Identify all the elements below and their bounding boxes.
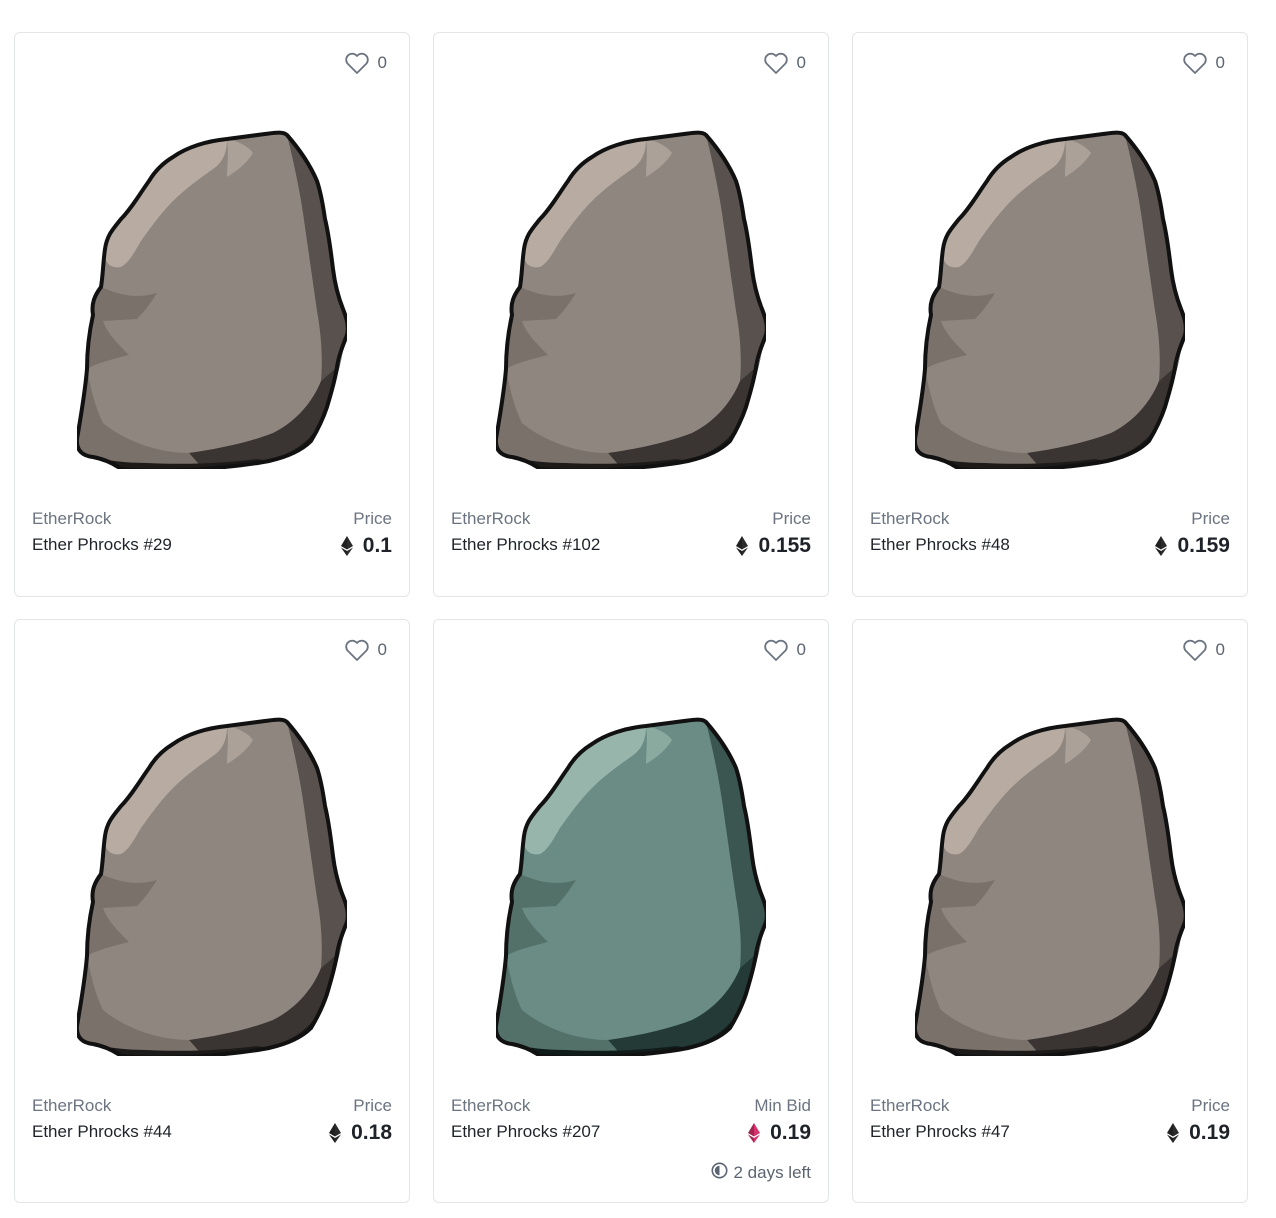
- like-count: 0: [796, 53, 806, 72]
- ethereum-icon: [1155, 536, 1168, 556]
- price-label: Price: [1191, 509, 1230, 528]
- rock-icon: [915, 130, 1185, 469]
- item-name[interactable]: Ether Phrocks #29: [32, 535, 172, 555]
- like-count: 0: [377, 53, 387, 72]
- nft-card[interactable]: 0 EtherRock Ether Phrocks #48 Price 0.15…: [852, 32, 1248, 597]
- price-value: 0.1: [340, 534, 392, 557]
- rock-icon: [77, 717, 347, 1056]
- collection-name[interactable]: EtherRock: [870, 1096, 1010, 1116]
- price-amount: 0.1: [362, 534, 392, 557]
- rock-icon: [915, 717, 1185, 1056]
- ethereum-icon: [736, 536, 749, 556]
- heart-icon: [763, 51, 789, 75]
- item-name[interactable]: Ether Phrocks #102: [451, 535, 600, 555]
- heart-icon: [763, 638, 789, 662]
- price-amount: 0.155: [758, 534, 811, 557]
- like-count: 0: [1215, 53, 1225, 72]
- price-amount: 0.19: [1189, 1121, 1230, 1144]
- time-left-text: 2 days left: [733, 1163, 812, 1182]
- price-label: Price: [353, 509, 392, 528]
- price-value: 0.155: [736, 535, 811, 557]
- card-info: EtherRock Ether Phrocks #102 Price 0.155: [451, 509, 811, 557]
- price-value: 0.159: [1155, 535, 1230, 557]
- price-label: Price: [1191, 1096, 1230, 1115]
- collection-name[interactable]: EtherRock: [32, 1096, 172, 1116]
- rock-image[interactable]: [915, 123, 1185, 469]
- heart-icon: [1182, 638, 1208, 662]
- collection-name[interactable]: EtherRock: [451, 1096, 600, 1116]
- clock-icon: [711, 1162, 728, 1184]
- like-button[interactable]: 0: [763, 51, 806, 75]
- collection-name[interactable]: EtherRock: [451, 509, 600, 529]
- like-button[interactable]: 0: [1182, 638, 1225, 662]
- price-value: 0.18: [329, 1122, 392, 1144]
- like-button[interactable]: 0: [344, 638, 387, 662]
- rock-image[interactable]: [496, 710, 766, 1056]
- like-count: 0: [1215, 640, 1225, 659]
- nft-card[interactable]: 0 EtherRock Ether Phrocks #47 Price 0.19: [852, 619, 1248, 1203]
- rock-image[interactable]: [915, 710, 1185, 1056]
- like-count: 0: [796, 640, 806, 659]
- ethereum-icon: [329, 1123, 342, 1143]
- item-name[interactable]: Ether Phrocks #47: [870, 1122, 1010, 1142]
- heart-icon: [1182, 51, 1208, 75]
- like-count: 0: [377, 640, 387, 659]
- nft-card[interactable]: 0 EtherRock Ether Phrocks #102 Price 0.1…: [433, 32, 829, 597]
- rock-icon: [496, 130, 766, 469]
- rock-image[interactable]: [496, 123, 766, 469]
- nft-card[interactable]: 0 EtherRock Ether Phrocks #44 Price 0.18: [14, 619, 410, 1203]
- price-amount: 0.19: [770, 1121, 811, 1144]
- item-name[interactable]: Ether Phrocks #207: [451, 1122, 600, 1142]
- collection-name[interactable]: EtherRock: [870, 509, 1010, 529]
- rock-image[interactable]: [77, 710, 347, 1056]
- nft-card[interactable]: 0 EtherRock Ether Phrocks #207 Min Bid 0…: [433, 619, 829, 1203]
- like-button[interactable]: 0: [1182, 51, 1225, 75]
- like-button[interactable]: 0: [763, 638, 806, 662]
- card-info: EtherRock Ether Phrocks #47 Price 0.19: [870, 1096, 1230, 1144]
- ethereum-icon: [340, 536, 353, 556]
- nft-grid: 0 EtherRock Ether Phrocks #29 Price 0.1: [14, 32, 1248, 1203]
- price-label: Price: [772, 509, 811, 528]
- auction-time-left: 2 days left: [711, 1162, 812, 1184]
- rock-image[interactable]: [77, 123, 347, 469]
- price-amount: 0.18: [351, 1121, 392, 1144]
- heart-icon: [344, 51, 370, 75]
- card-info: EtherRock Ether Phrocks #48 Price 0.159: [870, 509, 1230, 557]
- nft-card[interactable]: 0 EtherRock Ether Phrocks #29 Price 0.1: [14, 32, 410, 597]
- min-bid-label: Min Bid: [754, 1096, 811, 1115]
- price-label: Price: [353, 1096, 392, 1115]
- item-name[interactable]: Ether Phrocks #48: [870, 535, 1010, 555]
- card-info: EtherRock Ether Phrocks #44 Price 0.18: [32, 1096, 392, 1144]
- item-name[interactable]: Ether Phrocks #44: [32, 1122, 172, 1142]
- heart-icon: [344, 638, 370, 662]
- card-info: EtherRock Ether Phrocks #29 Price 0.1: [32, 509, 392, 557]
- like-button[interactable]: 0: [344, 51, 387, 75]
- price-amount: 0.159: [1177, 534, 1230, 557]
- card-info: EtherRock Ether Phrocks #207 Min Bid 0.1…: [451, 1096, 811, 1144]
- rock-icon: [77, 130, 347, 469]
- rock-icon: [496, 717, 766, 1056]
- price-value: 0.19: [1167, 1122, 1230, 1144]
- ethereum-icon: [1167, 1123, 1180, 1143]
- collection-name[interactable]: EtherRock: [32, 509, 172, 529]
- ethereum-icon: [748, 1123, 761, 1143]
- price-value: 0.19: [748, 1122, 811, 1144]
